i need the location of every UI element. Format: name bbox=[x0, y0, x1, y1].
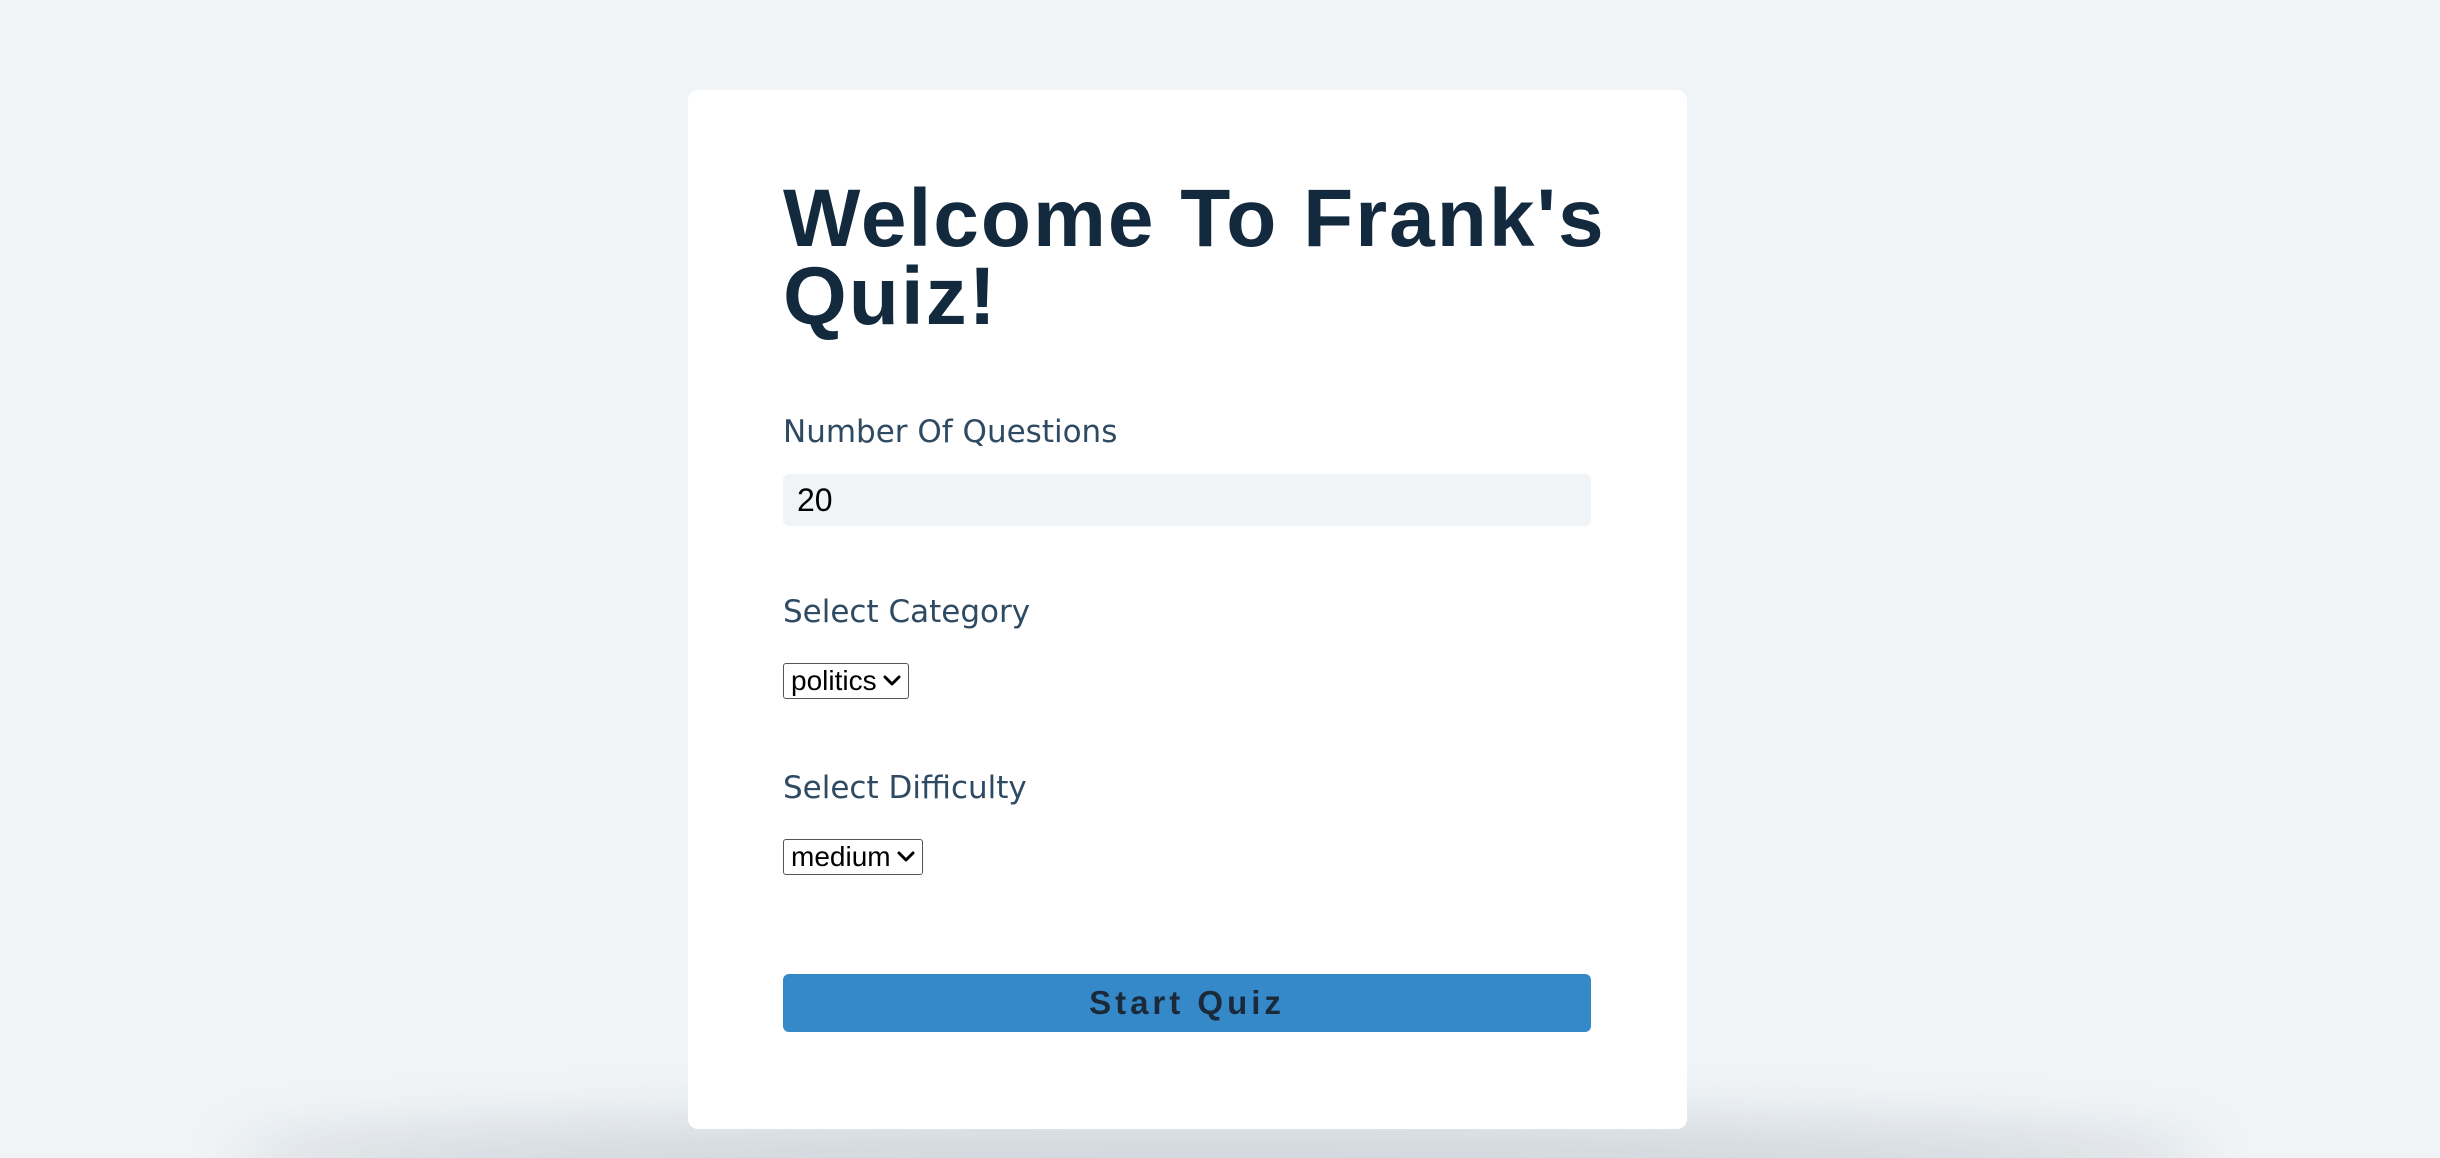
number-of-questions-label: Number Of Questions bbox=[783, 414, 1118, 450]
chevron-down-icon bbox=[883, 675, 901, 686]
category-select[interactable]: politics bbox=[783, 663, 909, 699]
page-title: Welcome To Frank's Quiz! bbox=[783, 173, 1606, 342]
select-difficulty-label: Select Difficulty bbox=[783, 770, 1027, 806]
page: Welcome To Frank's Quiz! Number Of Quest… bbox=[0, 0, 2440, 1158]
difficulty-selected-value: medium bbox=[791, 841, 891, 872]
quiz-setup-card: Welcome To Frank's Quiz! Number Of Quest… bbox=[688, 90, 1687, 1129]
number-of-questions-input[interactable] bbox=[783, 474, 1591, 526]
start-quiz-button[interactable]: Start Quiz bbox=[783, 974, 1591, 1032]
select-category-label: Select Category bbox=[783, 594, 1031, 630]
chevron-down-icon bbox=[897, 851, 915, 862]
category-selected-value: politics bbox=[791, 665, 877, 696]
difficulty-select[interactable]: medium bbox=[783, 839, 923, 875]
